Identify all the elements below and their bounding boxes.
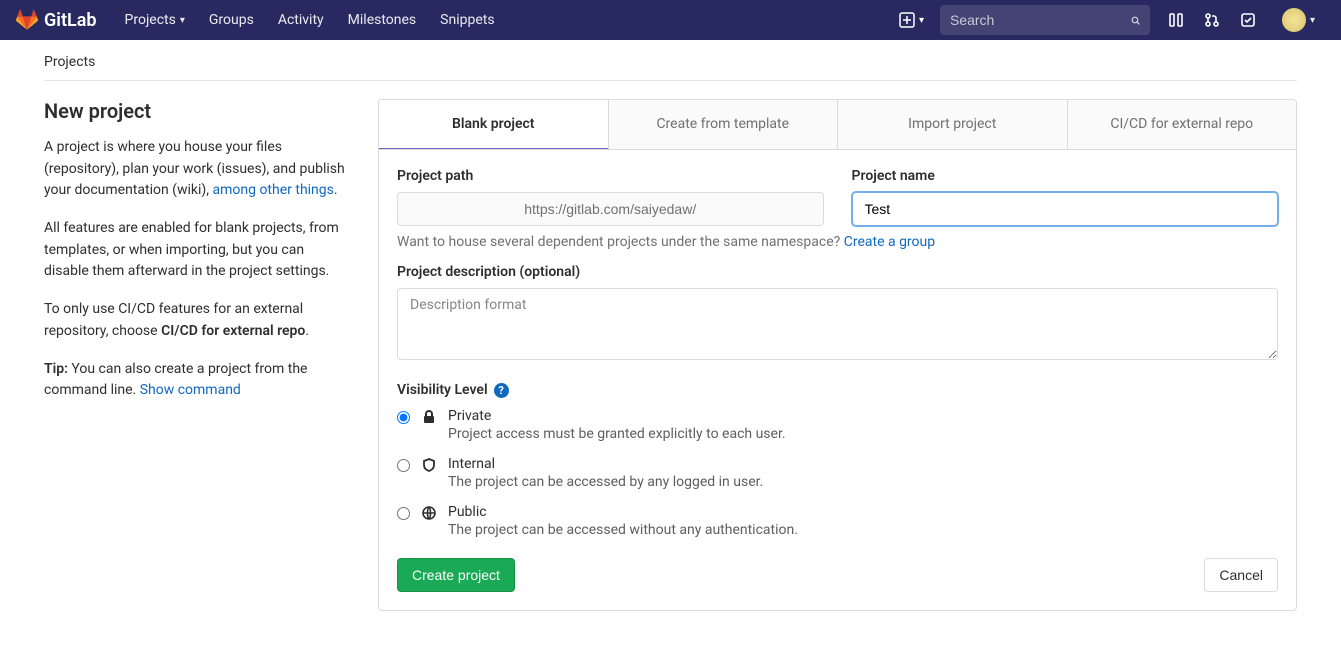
visibility-internal[interactable]: Internal The project can be accessed by … — [397, 456, 1278, 490]
chevron-down-icon: ▾ — [919, 15, 924, 26]
avatar — [1282, 8, 1306, 32]
tab-import-project[interactable]: Import project — [838, 100, 1068, 149]
gitlab-logo[interactable]: GitLab — [16, 9, 97, 31]
sidebar-p1: A project is where you house your files … — [44, 137, 350, 202]
visibility-internal-radio[interactable] — [397, 459, 410, 472]
chevron-down-icon: ▾ — [1310, 15, 1315, 26]
project-description-label: Project description (optional) — [397, 264, 1278, 280]
breadcrumb[interactable]: Projects — [44, 40, 1297, 81]
user-menu[interactable]: ▾ — [1266, 0, 1325, 40]
globe-icon — [420, 504, 438, 521]
nav-snippets[interactable]: Snippets — [428, 0, 506, 40]
visibility-private-radio[interactable] — [397, 411, 410, 424]
chevron-down-icon: ▾ — [180, 15, 185, 26]
project-name-input[interactable] — [852, 192, 1279, 226]
visibility-label: Visibility Level ? — [397, 382, 1278, 398]
search-box[interactable] — [940, 5, 1150, 35]
tab-cicd-external[interactable]: CI/CD for external repo — [1068, 100, 1297, 149]
new-dropdown[interactable]: ▾ — [891, 12, 932, 28]
nav-milestones[interactable]: Milestones — [336, 0, 429, 40]
sidebar-p3: To only use CI/CD features for an extern… — [44, 299, 350, 342]
search-icon — [1131, 13, 1140, 28]
cancel-button[interactable]: Cancel — [1204, 558, 1278, 592]
help-icon[interactable]: ? — [494, 383, 509, 398]
project-path-input[interactable] — [397, 192, 824, 226]
sidebar: New project A project is where you house… — [44, 99, 350, 611]
top-navbar: GitLab Projects▾ Groups Activity Milesto… — [0, 0, 1341, 40]
group-helper: Want to house several dependent projects… — [397, 234, 1278, 250]
gitlab-icon — [16, 9, 38, 31]
create-project-button[interactable]: Create project — [397, 558, 515, 592]
visibility-public[interactable]: Public The project can be accessed witho… — [397, 504, 1278, 538]
nav-projects[interactable]: Projects▾ — [113, 0, 197, 40]
tab-blank-project[interactable]: Blank project — [379, 100, 609, 150]
tabs: Blank project Create from template Impor… — [378, 99, 1297, 150]
form-panel: Project path Project name Want to house … — [378, 150, 1297, 611]
nav-groups[interactable]: Groups — [197, 0, 266, 40]
todos-icon[interactable] — [1230, 0, 1266, 40]
show-command-link[interactable]: Show command — [140, 382, 241, 398]
project-description-input[interactable] — [397, 288, 1278, 360]
page-title: New project — [44, 99, 350, 123]
brand-text: GitLab — [44, 10, 97, 31]
sidebar-p2: All features are enabled for blank proje… — [44, 218, 350, 283]
lock-icon — [420, 408, 438, 425]
visibility-private[interactable]: Private Project access must be granted e… — [397, 408, 1278, 442]
project-path-label: Project path — [397, 168, 824, 184]
nav-activity[interactable]: Activity — [266, 0, 336, 40]
visibility-public-radio[interactable] — [397, 507, 410, 520]
sidebar-p4: Tip: You can also create a project from … — [44, 359, 350, 402]
among-other-things-link[interactable]: among other things — [213, 182, 334, 198]
main-content: Blank project Create from template Impor… — [378, 99, 1297, 611]
merge-requests-icon[interactable] — [1194, 0, 1230, 40]
plus-square-icon — [899, 12, 915, 28]
project-name-label: Project name — [852, 168, 1279, 184]
issues-icon[interactable] — [1158, 0, 1194, 40]
search-input[interactable] — [950, 12, 1131, 28]
tab-create-from-template[interactable]: Create from template — [609, 100, 839, 149]
shield-icon — [420, 456, 438, 473]
create-group-link[interactable]: Create a group — [844, 234, 935, 250]
